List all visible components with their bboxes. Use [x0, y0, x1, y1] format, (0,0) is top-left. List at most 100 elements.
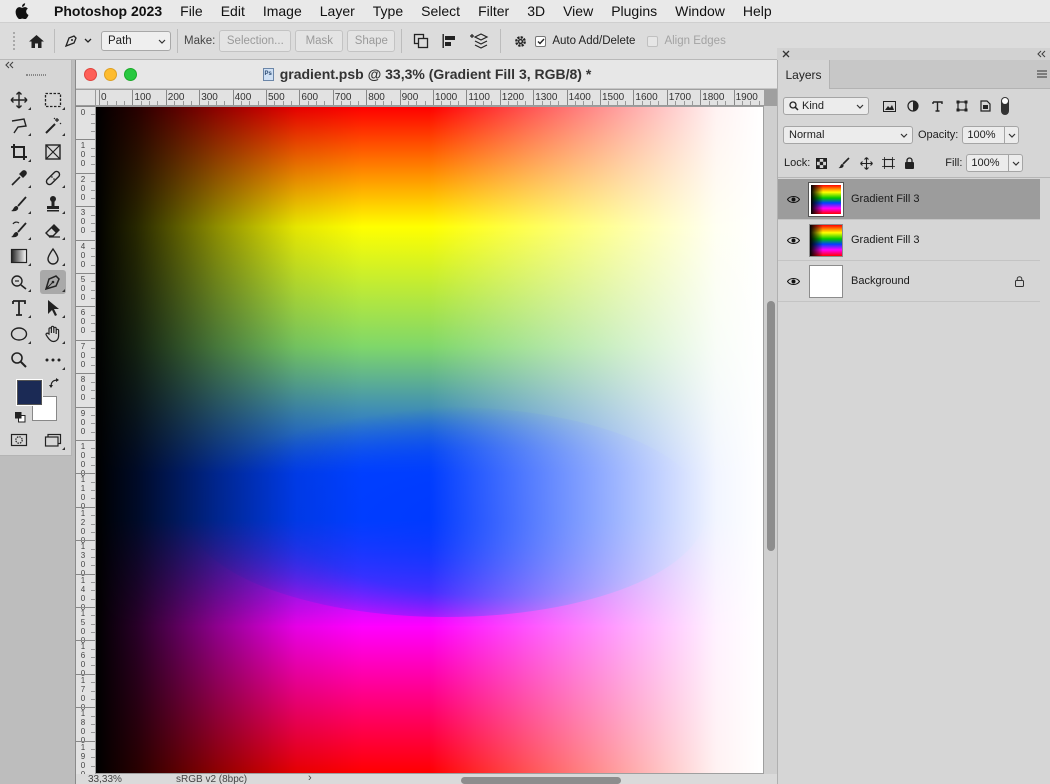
menu-layer[interactable]: Layer	[311, 3, 364, 19]
filter-smart-object-icon[interactable]	[980, 100, 991, 112]
foreground-color-swatch[interactable]	[16, 379, 43, 406]
horizontal-ruler[interactable]: 0 100 200 300 400 500 600 700 800 900 1000 1100 1200…	[96, 90, 764, 106]
frame-tool-icon[interactable]	[40, 140, 66, 164]
brush-tool-icon[interactable]	[6, 192, 32, 216]
marquee-tool-icon[interactable]	[40, 88, 66, 112]
type-tool-icon[interactable]	[6, 296, 32, 320]
path-selection-tool-icon[interactable]	[40, 296, 66, 320]
vertical-scrollbar[interactable]	[764, 106, 778, 774]
lock-all-icon[interactable]	[904, 157, 915, 169]
layer-thumbnail[interactable]	[808, 181, 844, 217]
menu-image[interactable]: Image	[254, 3, 311, 19]
filter-pixel-icon[interactable]	[883, 100, 896, 112]
collapse-dock-icon[interactable]	[1036, 50, 1046, 58]
eyedropper-tool-icon[interactable]	[6, 166, 32, 190]
swap-colors-icon[interactable]	[49, 378, 60, 392]
chevron-right-icon[interactable]: ›	[308, 774, 312, 784]
menu-file[interactable]: File	[171, 3, 212, 19]
menu-app-name[interactable]: Photoshop 2023	[44, 3, 171, 19]
zoom-tool-icon[interactable]	[6, 348, 32, 372]
selection-button[interactable]: Selection...	[219, 30, 292, 52]
lock-position-icon[interactable]	[860, 156, 874, 170]
magic-wand-tool-icon[interactable]	[40, 114, 66, 138]
menu-edit[interactable]: Edit	[212, 3, 254, 19]
layer-name[interactable]: Gradient Fill 3	[851, 193, 1040, 205]
layer-row[interactable]: Gradient Fill 3	[778, 179, 1040, 220]
pen-tool-icon[interactable]	[40, 270, 66, 294]
layer-thumbnail[interactable]	[809, 264, 843, 298]
mode-dropdown[interactable]: Path	[101, 31, 171, 51]
layer-thumbnail[interactable]	[809, 223, 843, 257]
home-icon[interactable]	[24, 34, 48, 49]
screen-mode-icon[interactable]	[40, 428, 66, 452]
document-titlebar[interactable]: Ps gradient.psb @ 33,3% (Gradient Fill 3…	[76, 60, 778, 89]
visibility-eye-icon[interactable]	[778, 277, 809, 286]
eraser-tool-icon[interactable]	[40, 218, 66, 242]
ellipse-tool-icon[interactable]	[6, 322, 32, 346]
lock-transparent-pixels-icon[interactable]	[816, 157, 828, 169]
history-brush-tool-icon[interactable]	[6, 218, 32, 242]
lock-image-pixels-icon[interactable]	[838, 157, 850, 169]
menu-window[interactable]: Window	[666, 3, 734, 19]
horizontal-scroll-thumb[interactable]	[461, 777, 621, 784]
gear-icon[interactable]	[507, 34, 533, 49]
visibility-eye-icon[interactable]	[778, 195, 809, 204]
visibility-eye-icon[interactable]	[778, 236, 809, 245]
gradient-tool-icon[interactable]	[6, 244, 32, 268]
clone-stamp-tool-icon[interactable]	[40, 192, 66, 216]
menu-3d[interactable]: 3D	[518, 3, 554, 19]
crop-tool-icon[interactable]	[6, 140, 32, 164]
close-panel-icon[interactable]	[782, 50, 790, 58]
layer-name[interactable]: Background	[851, 275, 1015, 287]
collapse-panel-icon[interactable]	[0, 60, 71, 70]
filter-toggle-switch[interactable]	[1001, 97, 1009, 115]
filter-shape-icon[interactable]	[956, 100, 968, 112]
layer-lock-icon[interactable]	[1015, 275, 1024, 287]
auto-add-delete-checkbox[interactable]	[535, 35, 547, 47]
menu-plugins[interactable]: Plugins	[602, 3, 666, 19]
mask-button[interactable]: Mask	[295, 30, 344, 52]
layer-name[interactable]: Gradient Fill 3	[851, 234, 1040, 246]
path-alignment-icon[interactable]	[434, 33, 464, 49]
lock-artboard-icon[interactable]	[882, 157, 896, 169]
blend-mode-dropdown[interactable]: Normal	[783, 126, 913, 144]
panel-grip[interactable]	[0, 70, 71, 80]
more-tools-icon[interactable]	[40, 348, 66, 372]
blur-tool-icon[interactable]	[40, 244, 66, 268]
fill-value[interactable]: 100%	[967, 157, 999, 169]
color-profile-info[interactable]: sRGB v2 (8bpc)	[176, 774, 247, 784]
filter-type-icon[interactable]	[932, 100, 943, 112]
opacity-field[interactable]: 100%	[962, 126, 1020, 144]
ruler-origin[interactable]	[76, 90, 96, 106]
shape-button[interactable]: Shape	[347, 30, 396, 52]
apple-icon[interactable]	[0, 3, 44, 19]
lasso-tool-icon[interactable]	[6, 114, 32, 138]
dodge-tool-icon[interactable]	[6, 270, 32, 294]
panel-menu-icon[interactable]	[1037, 70, 1047, 78]
path-arrangement-icon[interactable]	[464, 32, 494, 50]
path-operations-icon[interactable]	[408, 33, 434, 49]
default-colors-icon[interactable]	[14, 411, 26, 426]
fill-field[interactable]: 100%	[966, 154, 1024, 172]
vertical-scroll-thumb[interactable]	[767, 301, 775, 551]
quick-mask-icon[interactable]	[6, 428, 32, 452]
zoom-level[interactable]: 33,33%	[88, 774, 122, 784]
menu-help[interactable]: Help	[734, 3, 781, 19]
layer-row[interactable]: Background	[778, 261, 1040, 302]
vertical-ruler[interactable]: 0100200300400500600700800900100011001200…	[76, 106, 96, 774]
menu-filter[interactable]: Filter	[469, 3, 518, 19]
tab-layers[interactable]: Layers	[778, 60, 830, 89]
align-edges-checkbox[interactable]	[647, 35, 659, 47]
menu-select[interactable]: Select	[412, 3, 469, 19]
document-canvas[interactable]	[96, 107, 763, 773]
filter-kind-dropdown[interactable]: Kind	[783, 97, 869, 115]
move-tool-icon[interactable]	[6, 88, 32, 112]
hand-tool-icon[interactable]	[40, 322, 66, 346]
menu-type[interactable]: Type	[364, 3, 412, 19]
filter-adjustment-icon[interactable]	[907, 100, 919, 112]
opacity-value[interactable]: 100%	[963, 129, 995, 141]
menu-view[interactable]: View	[554, 3, 602, 19]
pen-tool-preset-icon[interactable]	[61, 34, 95, 48]
opacity-chevron-icon[interactable]	[1004, 127, 1018, 143]
healing-brush-tool-icon[interactable]	[40, 166, 66, 190]
